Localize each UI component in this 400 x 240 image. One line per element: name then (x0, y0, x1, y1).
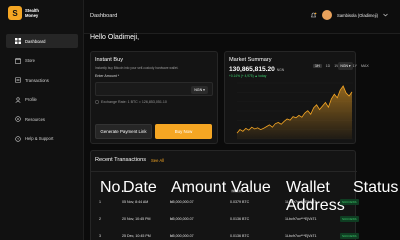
divider (91, 171, 357, 172)
chart-currency-value: NGN (340, 64, 348, 68)
sidebar: S Stealth Money Dashboard Store Transact… (0, 0, 84, 240)
row-no: 1 (99, 200, 101, 204)
grid-icon (15, 38, 21, 44)
resources-icon (15, 116, 21, 122)
page-title: Dashboard (90, 13, 118, 19)
logo-icon: S (8, 6, 22, 20)
row-date: 05 Nov, 8:44 AM (122, 200, 149, 204)
status-badge: SUCCESS (340, 199, 359, 205)
market-summary-title: Market Summary (229, 57, 272, 63)
info-icon (95, 100, 99, 104)
brand-name-line2: Money (25, 13, 39, 18)
sidebar-item-label: Dashboard (25, 38, 46, 44)
market-chart (236, 82, 353, 140)
brand-logo[interactable]: S Stealth Money (8, 6, 39, 20)
sidebar-item-store[interactable]: Store (6, 54, 78, 68)
tab-range-1d[interactable]: 1D (326, 64, 331, 68)
row-no: 2 (99, 217, 101, 221)
row-value: 0.0136 BTC (230, 217, 250, 221)
sidebar-item-label: Store (25, 58, 36, 63)
transactions-card: Recent Transactions See All No. Date Amo… (90, 150, 398, 240)
table-row[interactable]: 2 20 Nov, 10:45 PM ₦5,000,000.07 0.0136 BTC… (90, 216, 359, 225)
row-wallet: 1Lbcfr7ov***EjVkT1 (285, 200, 317, 204)
user-area: Sambisola (Oladimeji) (310, 10, 388, 20)
chart-area (237, 85, 352, 139)
tab-range-1h[interactable]: 1H (313, 64, 322, 68)
exchange-rate-text: Exchange Rate: 1 BTC = 126,853,051.10 (101, 100, 167, 104)
col-status: Status (353, 179, 399, 196)
sidebar-item-transactions[interactable]: Transactions (6, 73, 78, 87)
col-amount-label: Amount (171, 179, 227, 196)
table-row[interactable]: 1 05 Nov, 8:44 AM ₦5,000,000.07 0.0379 BTC 1… (90, 199, 359, 208)
table-header: No. Date Amount NGN ▾ Value Wallet Addre… (91, 176, 398, 214)
amount-label: Enter Amount * (95, 74, 120, 78)
sidebar-nav: Dashboard Store Transactions Profile Res… (6, 34, 78, 151)
sidebar-item-label: Profile (25, 97, 37, 102)
greeting: Hello Oladimeji, (90, 34, 140, 41)
avatar[interactable] (322, 10, 333, 20)
help-icon: ? (15, 135, 21, 142)
generate-payment-link-button[interactable]: Generate Payment Link (95, 124, 152, 139)
svg-text:?: ? (17, 137, 19, 141)
instant-buy-subtitle: Instantly buy Bitcoin into your self-cus… (95, 66, 179, 70)
chart-currency-select[interactable]: NGN ▾ (338, 62, 353, 70)
row-wallet: 1Lbcfr7ov***EjVkT1 (285, 217, 317, 221)
market-price-value: 130,865,815.20 (229, 66, 275, 73)
row-amount: ₦5,000,000.07 (170, 200, 194, 204)
sidebar-item-dashboard[interactable]: Dashboard (6, 34, 78, 48)
sidebar-item-label: Resources (25, 116, 46, 122)
tab-range-max[interactable]: MAX (361, 64, 369, 68)
see-all-link[interactable]: See All (151, 158, 164, 163)
sidebar-item-profile[interactable]: Profile (6, 93, 78, 107)
market-price: 130,865,815.20 NGN (229, 66, 284, 73)
tab-range-1y[interactable]: 1Y (353, 64, 357, 68)
buy-now-button[interactable]: Buy Now (155, 124, 212, 139)
row-value: 0.0136 BTC (230, 234, 250, 238)
sidebar-item-resources[interactable]: Resources (6, 112, 78, 126)
market-change: +0.14% (+ 4,975) ▲ today (229, 74, 267, 78)
status-badge: SUCCESS (340, 216, 359, 222)
instant-buy-card: Instant Buy Instantly buy Bitcoin into y… (90, 51, 218, 144)
transactions-icon (15, 77, 21, 83)
transactions-table: No. Date Amount NGN ▾ Value Wallet Addre… (91, 176, 398, 214)
sidebar-item-help[interactable]: ? Help & Support (6, 132, 78, 146)
transactions-title: Recent Transactions (95, 157, 146, 163)
row-date: 25 Dec, 10:45 PM (122, 234, 151, 238)
status-badge: SUCCESS (340, 233, 359, 239)
col-no: No. (100, 179, 125, 196)
exchange-rate: Exchange Rate: 1 BTC = 126,853,051.10 (95, 100, 167, 104)
amount-input[interactable]: NGN ▾ (95, 82, 213, 96)
sidebar-item-label: Help & Support (25, 136, 54, 141)
sidebar-item-label: Transactions (25, 77, 49, 83)
row-amount: ₦5,000,000.07 (170, 217, 194, 221)
market-price-currency: NGN (276, 68, 285, 72)
col-wallet: Wallet Address (286, 179, 345, 214)
instant-buy-title: Instant Buy (95, 57, 123, 63)
table-row[interactable]: 3 25 Dec, 10:45 PM ₦5,000,000.07 0.0136 BTC… (90, 233, 359, 240)
row-wallet: 1Lbcfr7ov***EjVkT1 (285, 234, 317, 238)
user-name[interactable]: Sambisola (Oladimeji) (337, 13, 378, 18)
brand-name: Stealth Money (25, 8, 39, 18)
col-value: Value (231, 179, 271, 196)
market-summary-card: Market Summary 130,865,815.20 NGN +0.14%… (224, 51, 369, 144)
row-amount: ₦5,000,000.07 (170, 234, 194, 238)
chevron-down-icon[interactable] (383, 13, 388, 17)
row-date: 20 Nov, 10:45 PM (122, 217, 151, 221)
store-icon (15, 57, 21, 64)
row-no: 3 (99, 234, 101, 238)
bell-icon[interactable] (310, 12, 317, 19)
col-date: Date (123, 179, 157, 196)
currency-select[interactable]: NGN ▾ (191, 86, 208, 94)
user-icon (15, 96, 21, 103)
row-value: 0.0379 BTC (230, 200, 250, 204)
currency-select-value: NGN (194, 88, 203, 92)
top-bar: Dashboard Sambisola (Oladimeji) (84, 0, 400, 34)
